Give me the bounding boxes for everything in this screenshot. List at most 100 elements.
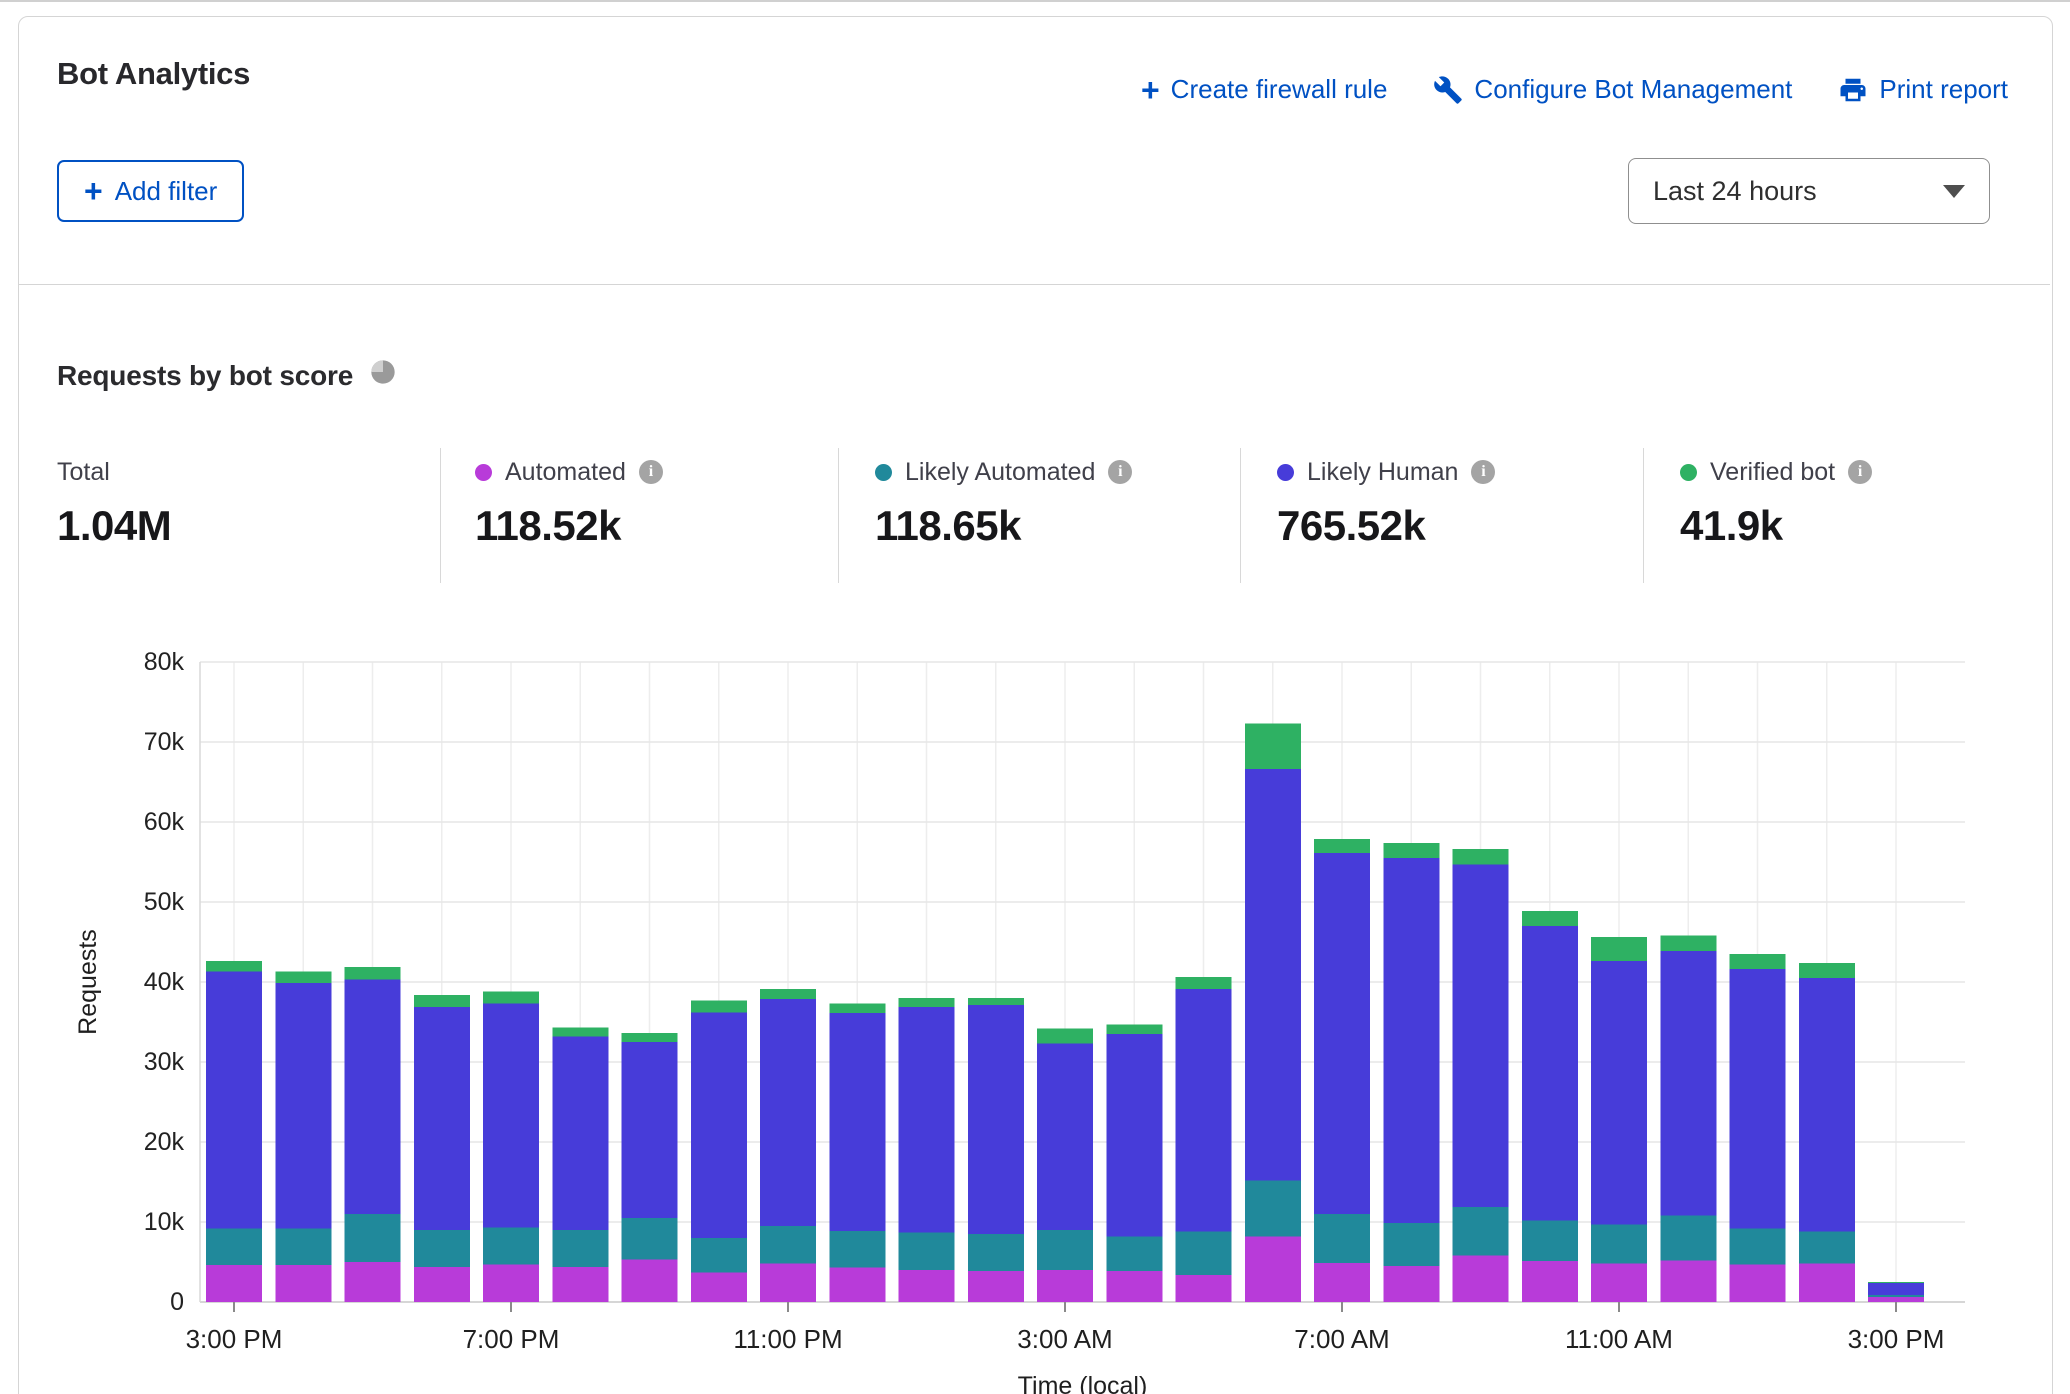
info-icon[interactable]: i — [639, 460, 663, 484]
bar-segment[interactable] — [206, 1265, 262, 1302]
bar-segment[interactable] — [622, 1218, 678, 1260]
bar-segment[interactable] — [1868, 1283, 1924, 1295]
bar-segment[interactable] — [1383, 1223, 1439, 1266]
bar-segment[interactable] — [1383, 843, 1439, 858]
bar-segment[interactable] — [968, 1234, 1024, 1271]
bar-segment[interactable] — [899, 1270, 955, 1302]
info-icon[interactable]: i — [1848, 460, 1872, 484]
info-icon[interactable]: i — [1108, 460, 1132, 484]
bar-segment[interactable] — [275, 1228, 331, 1265]
bar-segment[interactable] — [552, 1267, 608, 1302]
bar-segment[interactable] — [622, 1260, 678, 1302]
bar-segment[interactable] — [1591, 1224, 1647, 1263]
create-firewall-rule-link[interactable]: + Create firewall rule — [1141, 74, 1387, 105]
bar-segment[interactable] — [1245, 1180, 1301, 1236]
bar-segment[interactable] — [483, 1228, 539, 1265]
bar-segment[interactable] — [414, 1007, 470, 1230]
bar-segment[interactable] — [1660, 1216, 1716, 1261]
bar-segment[interactable] — [829, 1013, 885, 1231]
bar-segment[interactable] — [1799, 1264, 1855, 1302]
bar-segment[interactable] — [691, 1012, 747, 1238]
bar-segment[interactable] — [206, 1228, 262, 1265]
bar-segment[interactable] — [1660, 1260, 1716, 1302]
bar-segment[interactable] — [829, 1231, 885, 1268]
bar-segment[interactable] — [1037, 1044, 1093, 1230]
bar-segment[interactable] — [345, 1262, 401, 1302]
bar-segment[interactable] — [968, 1271, 1024, 1302]
add-filter-button[interactable]: + Add filter — [57, 160, 244, 222]
configure-bot-management-link[interactable]: Configure Bot Management — [1433, 74, 1792, 105]
bar-segment[interactable] — [275, 972, 331, 983]
bar-segment[interactable] — [691, 1272, 747, 1302]
bar-segment[interactable] — [691, 1000, 747, 1012]
bar-segment[interactable] — [760, 999, 816, 1226]
bar-segment[interactable] — [1176, 1232, 1232, 1275]
print-report-link[interactable]: Print report — [1838, 74, 2008, 105]
bar-segment[interactable] — [899, 998, 955, 1007]
bar-segment[interactable] — [206, 972, 262, 1229]
bar-segment[interactable] — [760, 1264, 816, 1302]
bar-segment[interactable] — [345, 1214, 401, 1262]
bar-segment[interactable] — [414, 1267, 470, 1302]
bar-segment[interactable] — [1106, 1024, 1162, 1034]
bar-segment[interactable] — [968, 1005, 1024, 1234]
bar-segment[interactable] — [1591, 961, 1647, 1224]
bar-segment[interactable] — [1868, 1282, 1924, 1283]
bar-segment[interactable] — [1799, 978, 1855, 1232]
bar-segment[interactable] — [1037, 1230, 1093, 1270]
bar-segment[interactable] — [345, 980, 401, 1214]
bar-segment[interactable] — [1037, 1028, 1093, 1043]
bar-segment[interactable] — [1314, 853, 1370, 1214]
bar-segment[interactable] — [1176, 989, 1232, 1231]
bar-segment[interactable] — [1037, 1270, 1093, 1302]
bar-segment[interactable] — [1522, 1261, 1578, 1302]
bar-segment[interactable] — [1453, 1256, 1509, 1302]
bar-segment[interactable] — [1383, 858, 1439, 1223]
bar-segment[interactable] — [206, 961, 262, 971]
bar-segment[interactable] — [760, 989, 816, 999]
bar-segment[interactable] — [899, 1007, 955, 1233]
bar-segment[interactable] — [899, 1232, 955, 1270]
bar-segment[interactable] — [483, 1004, 539, 1228]
bar-segment[interactable] — [1730, 1264, 1786, 1302]
bar-segment[interactable] — [1591, 937, 1647, 961]
bar-segment[interactable] — [829, 1004, 885, 1014]
bar-segment[interactable] — [552, 1028, 608, 1037]
bar-segment[interactable] — [414, 1230, 470, 1267]
bar-segment[interactable] — [1245, 769, 1301, 1180]
bar-segment[interactable] — [1799, 1232, 1855, 1264]
bar-segment[interactable] — [829, 1268, 885, 1302]
bar-segment[interactable] — [1453, 849, 1509, 864]
bar-segment[interactable] — [1730, 1228, 1786, 1264]
bar-segment[interactable] — [552, 1230, 608, 1267]
bar-segment[interactable] — [552, 1036, 608, 1230]
bar-segment[interactable] — [1453, 1207, 1509, 1256]
bar-segment[interactable] — [1730, 969, 1786, 1228]
bar-segment[interactable] — [275, 983, 331, 1229]
info-icon[interactable]: i — [1471, 460, 1495, 484]
bar-segment[interactable] — [1314, 1263, 1370, 1302]
bar-segment[interactable] — [968, 998, 1024, 1005]
bar-segment[interactable] — [1106, 1034, 1162, 1236]
bar-segment[interactable] — [483, 992, 539, 1004]
bar-segment[interactable] — [760, 1226, 816, 1264]
bar-segment[interactable] — [622, 1042, 678, 1218]
bar-segment[interactable] — [1245, 724, 1301, 770]
bar-segment[interactable] — [1660, 951, 1716, 1216]
bar-segment[interactable] — [483, 1264, 539, 1302]
bar-segment[interactable] — [1314, 1214, 1370, 1263]
bar-segment[interactable] — [414, 995, 470, 1007]
bar-segment[interactable] — [622, 1033, 678, 1042]
bar-segment[interactable] — [1106, 1271, 1162, 1302]
time-range-select[interactable]: Last 24 hours — [1628, 158, 1990, 224]
bar-segment[interactable] — [1383, 1266, 1439, 1302]
bar-segment[interactable] — [1730, 954, 1786, 969]
bar-segment[interactable] — [691, 1238, 747, 1272]
bar-segment[interactable] — [1176, 1275, 1232, 1302]
bar-segment[interactable] — [1868, 1295, 1924, 1297]
bar-segment[interactable] — [1245, 1236, 1301, 1302]
bar-segment[interactable] — [1176, 977, 1232, 989]
bar-segment[interactable] — [1314, 839, 1370, 853]
bar-segment[interactable] — [1106, 1236, 1162, 1270]
bar-segment[interactable] — [1868, 1297, 1924, 1302]
